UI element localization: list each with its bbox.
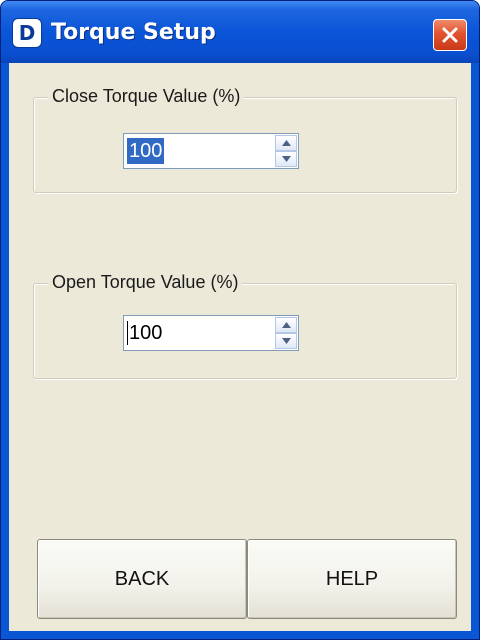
dialog-body: Close Torque Value (%) 100 Open Torque V… <box>9 63 471 631</box>
close-x-icon <box>442 27 458 43</box>
close-torque-increment-button[interactable] <box>275 135 297 151</box>
close-torque-spinner[interactable]: 100 <box>123 133 299 169</box>
title-bar[interactable]: D Torque Setup <box>1 1 479 63</box>
close-torque-decrement-button[interactable] <box>275 151 297 167</box>
app-icon-glyph: D <box>18 21 36 45</box>
arrow-down-icon <box>282 338 291 344</box>
window-title: Torque Setup <box>51 20 216 45</box>
close-torque-spin-buttons <box>275 135 297 167</box>
open-torque-spinner[interactable]: 100 <box>123 315 299 351</box>
close-torque-label: Close Torque Value (%) <box>48 84 245 108</box>
back-button[interactable]: BACK <box>37 539 247 619</box>
arrow-down-icon <box>282 156 291 162</box>
open-torque-value[interactable]: 100 <box>127 320 164 346</box>
open-torque-label: Open Torque Value (%) <box>48 270 243 294</box>
help-button[interactable]: HELP <box>247 539 457 619</box>
arrow-up-icon <box>282 140 291 146</box>
open-torque-spin-buttons <box>275 317 297 349</box>
torque-setup-window: D Torque Setup Close Torque Value (%) 10… <box>0 0 480 640</box>
close-button[interactable] <box>433 19 467 51</box>
open-torque-increment-button[interactable] <box>275 317 297 333</box>
open-torque-decrement-button[interactable] <box>275 333 297 349</box>
close-torque-value[interactable]: 100 <box>127 138 165 164</box>
app-d-icon: D <box>13 19 41 47</box>
arrow-up-icon <box>282 322 291 328</box>
